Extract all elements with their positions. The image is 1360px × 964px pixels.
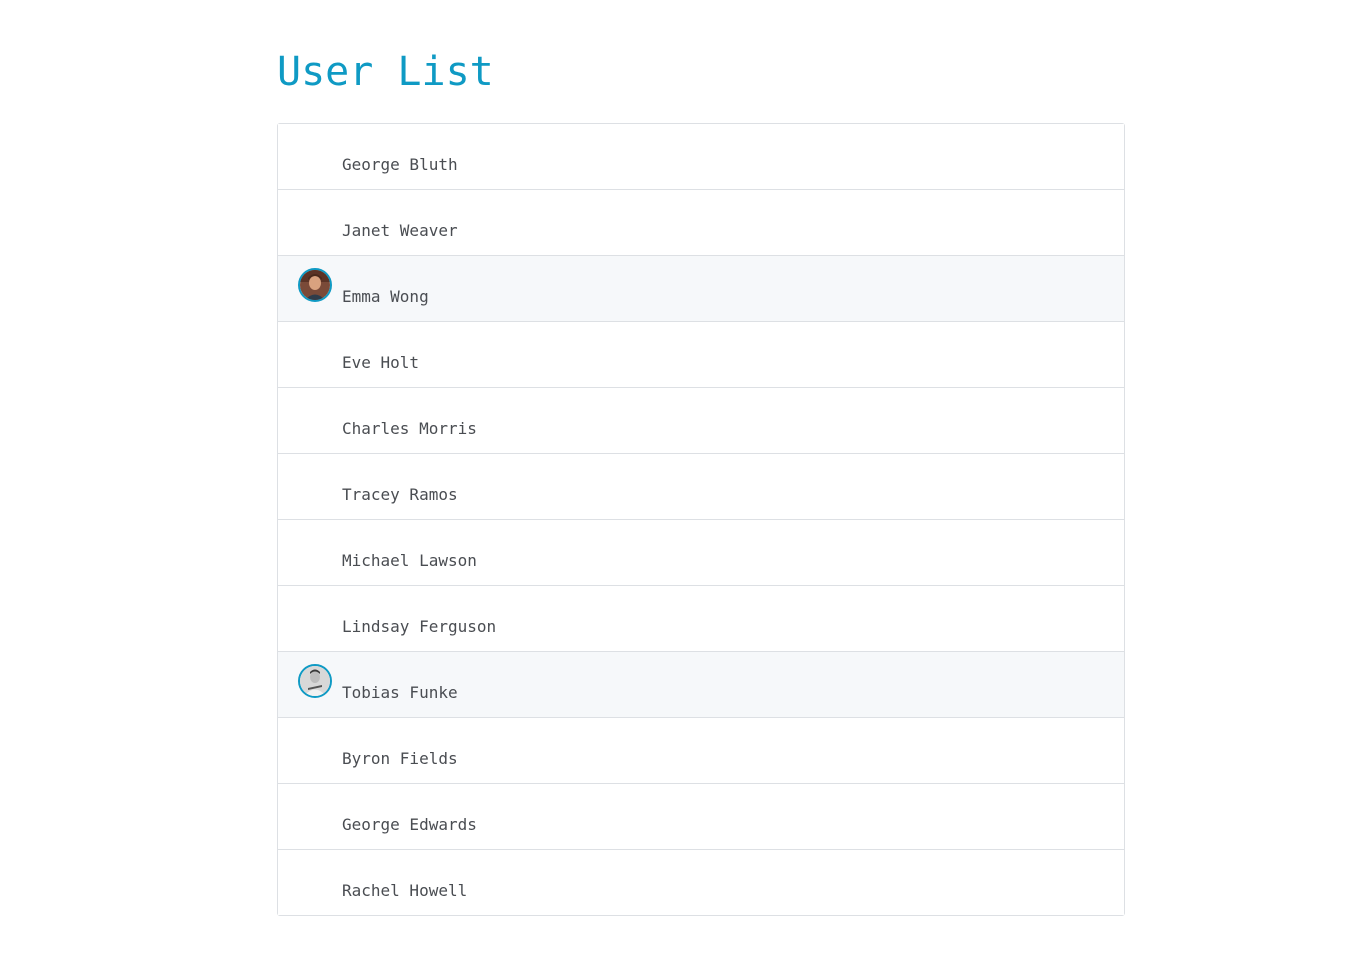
user-list-page: User List George Bluth Janet Weaver Emma W… bbox=[277, 0, 1125, 916]
user-list-item[interactable]: Tobias Funke bbox=[278, 651, 1124, 717]
user-name: George Bluth bbox=[342, 155, 458, 174]
user-list-item[interactable]: George Bluth bbox=[278, 124, 1124, 189]
user-name: Emma Wong bbox=[342, 287, 429, 306]
user-list-item[interactable]: Tracey Ramos bbox=[278, 453, 1124, 519]
user-list-item[interactable]: Byron Fields bbox=[278, 717, 1124, 783]
user-name: Tobias Funke bbox=[342, 683, 458, 702]
user-name: Charles Morris bbox=[342, 419, 477, 438]
page-title: User List bbox=[277, 49, 494, 95]
user-list-item[interactable]: Lindsay Ferguson bbox=[278, 585, 1124, 651]
user-list-item[interactable]: Charles Morris bbox=[278, 387, 1124, 453]
avatar bbox=[298, 664, 332, 698]
user-name: Tracey Ramos bbox=[342, 485, 458, 504]
user-list-item[interactable]: Rachel Howell bbox=[278, 849, 1124, 915]
user-name: George Edwards bbox=[342, 815, 477, 834]
user-list-item[interactable]: Emma Wong bbox=[278, 255, 1124, 321]
user-name: Lindsay Ferguson bbox=[342, 617, 497, 636]
user-name: Janet Weaver bbox=[342, 221, 458, 240]
user-name: Byron Fields bbox=[342, 749, 458, 768]
user-list-item[interactable]: Janet Weaver bbox=[278, 189, 1124, 255]
user-name: Eve Holt bbox=[342, 353, 420, 372]
user-list: George Bluth Janet Weaver Emma Wong Eve Hol… bbox=[277, 123, 1125, 916]
user-list-item[interactable]: Eve Holt bbox=[278, 321, 1124, 387]
avatar bbox=[298, 268, 332, 302]
user-list-item[interactable]: George Edwards bbox=[278, 783, 1124, 849]
user-name: Rachel Howell bbox=[342, 881, 468, 900]
user-name: Michael Lawson bbox=[342, 551, 477, 570]
user-list-item[interactable]: Michael Lawson bbox=[278, 519, 1124, 585]
